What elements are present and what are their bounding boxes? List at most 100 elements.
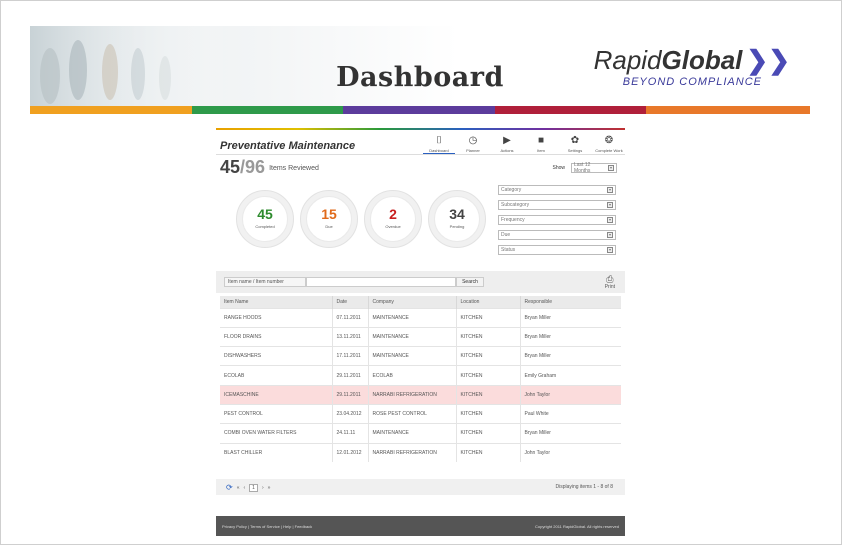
table-cell: MAINTENANCE <box>367 307 456 328</box>
stat-label: Overdue <box>385 224 401 229</box>
footer: Privacy Policy | Terms of Service | Help… <box>216 516 625 536</box>
table-cell: Bryan Miller <box>519 423 621 444</box>
table-cell: Bryan Miller <box>519 326 621 347</box>
copyright: Copyright 2011 RapidGlobal. All rights r… <box>535 524 619 529</box>
nav-item[interactable]: ■ Item <box>525 134 557 154</box>
column-header[interactable]: Date <box>331 296 368 308</box>
table-cell: Paul White <box>519 403 621 424</box>
table-row[interactable]: FLOOR DRAINS 13.11.2011 MAINTENANCE KITCHEN… <box>220 326 621 347</box>
table-cell: MAINTENANCE <box>367 423 456 444</box>
prev-page-button[interactable]: ‹ <box>243 485 245 491</box>
next-page-button[interactable]: › <box>262 485 264 491</box>
page-number[interactable]: 1 <box>249 483 258 492</box>
filter-frequency[interactable]: Frequency ▾ <box>498 215 616 225</box>
stripe-segment <box>30 106 192 114</box>
planner-icon: ◷ <box>468 135 478 146</box>
table-cell: Emily Graham <box>519 365 621 386</box>
nav-dashboard[interactable]: ⌷ Dashboard <box>423 134 455 154</box>
table-cell: NARRABI REFRIGERATION <box>367 442 456 463</box>
maintenance-panel: Preventative Maintenance ⌷ Dashboard ◷ Plan… <box>216 128 625 538</box>
search-input[interactable] <box>306 277 456 287</box>
nav-planner[interactable]: ◷ Planner <box>457 134 489 154</box>
stat-due[interactable]: 15 Due <box>300 190 358 248</box>
table-cell: 07.11.2011 <box>331 307 368 328</box>
table-cell: ECOLAB <box>220 365 332 386</box>
column-header[interactable]: Item Name <box>220 296 332 308</box>
stripe-segment <box>495 106 646 114</box>
panel-title: Preventative Maintenance <box>220 140 356 152</box>
table-cell: COMBI OVEN WATER FILTERS <box>220 423 332 444</box>
table-cell: Bryan Miller <box>519 307 621 328</box>
nav-label: Complete Work <box>595 148 623 153</box>
items-table: Item Name Date Company Location Responsible … <box>220 296 621 463</box>
table-row[interactable]: BLAST CHILLER 12.01.2012 NARRABI REFRIGERA… <box>220 442 621 463</box>
table-cell: KITCHEN <box>455 307 520 328</box>
table-cell: NARRABI REFRIGERATION <box>367 384 456 405</box>
refresh-icon[interactable]: ⟳ <box>226 483 233 492</box>
stat-label: Completed <box>255 224 275 229</box>
stat-completed[interactable]: 45 Completed <box>236 190 294 248</box>
search-button[interactable]: Search <box>456 277 484 287</box>
table-row[interactable]: PEST CONTROL 23.04.2012 ROSE PEST CONTROL K… <box>220 403 621 424</box>
stat-label: Due <box>325 224 333 229</box>
column-header[interactable]: Company <box>367 296 456 308</box>
table-cell: 13.11.2011 <box>331 326 368 347</box>
table-cell: KITCHEN <box>455 384 520 405</box>
filter-selects: Category ▾ Subcategory ▾ Frequency ▾ Due ▾ Statu… <box>498 185 616 260</box>
table-cell: John Taylor <box>519 384 621 405</box>
stat-value: 45 <box>257 206 273 222</box>
table-cell: KITCHEN <box>455 442 520 463</box>
table-row[interactable]: RANGE HOODS 07.11.2011 MAINTENANCE KITCHEN B… <box>220 307 621 328</box>
first-page-button[interactable]: « <box>237 485 240 491</box>
table-cell: John Taylor <box>519 442 621 463</box>
color-stripe <box>30 106 810 114</box>
table-row[interactable]: ECOLAB 29.11.2011 ECOLAB KITCHEN Emily Graha… <box>220 365 621 386</box>
column-header[interactable]: Responsible <box>519 296 621 308</box>
filter-category[interactable]: Category ▾ <box>498 185 616 195</box>
column-header[interactable]: Location <box>455 296 520 308</box>
items-reviewed: 45/96 Items Reviewed <box>220 157 319 178</box>
stat-value: 15 <box>321 206 337 222</box>
table-cell: KITCHEN <box>455 365 520 386</box>
filter-due[interactable]: Due ▾ <box>498 230 616 240</box>
chevron-logo-icon: ❯❯ <box>746 45 790 75</box>
settings-icon: ✿ <box>570 135 580 146</box>
stripe-segment <box>646 106 810 114</box>
filter-status[interactable]: Status ▾ <box>498 245 616 255</box>
show-filter: Show Last 12 Months ▾ <box>552 162 617 174</box>
filter-subcategory[interactable]: Subcategory ▾ <box>498 200 616 210</box>
table-row[interactable]: COMBI OVEN WATER FILTERS 24.11.11 MAINTENA… <box>220 423 621 444</box>
reviewed-count: 45 <box>220 157 241 177</box>
nav-actions[interactable]: ▶ Actions <box>491 134 523 154</box>
stat-overdue[interactable]: 2 Overdue <box>364 190 422 248</box>
show-period-select[interactable]: Last 12 Months ▾ <box>571 162 617 174</box>
header-banner: Dashboard RapidGlobal ❯❯ BEYOND COMPLIANC… <box>30 26 810 106</box>
print-button[interactable]: ⎙ Print <box>605 274 615 290</box>
table-cell: 17.11.2011 <box>331 346 368 366</box>
table-cell: 12.01.2012 <box>331 442 368 463</box>
stat-value: 2 <box>389 206 397 222</box>
stat-pending[interactable]: 34 Pending <box>428 190 486 248</box>
stripe-segment <box>343 106 495 114</box>
table-cell: FLOOR DRAINS <box>220 326 332 347</box>
chevron-down-icon: ▾ <box>608 165 614 171</box>
search-field-label: Item name / Item number <box>224 277 306 287</box>
dashboard-icon: ⌷ <box>436 135 442 146</box>
table-row[interactable]: ICEMASCHINE 29.11.2011 NARRABI REFRIGERATI… <box>220 384 621 405</box>
nav-label: Item <box>537 148 545 153</box>
table-cell: ICEMASCHINE <box>220 384 332 405</box>
table-cell: 24.11.11 <box>331 423 368 444</box>
table-cell: BLAST CHILLER <box>220 442 332 463</box>
stat-inner: 2 Overdue <box>370 196 416 242</box>
stat-inner: 45 Completed <box>242 196 288 242</box>
table-cell: DISHWASHERS <box>220 346 332 366</box>
footer-links[interactable]: Privacy Policy | Terms of Service | Help… <box>222 524 312 529</box>
nav-complete-work[interactable]: ❂ Complete Work <box>593 134 625 154</box>
reviewed-label: Items Reviewed <box>269 164 319 172</box>
last-page-button[interactable]: » <box>268 485 271 491</box>
nav-settings[interactable]: ✿ Settings <box>559 134 591 154</box>
rapidglobal-logo[interactable]: RapidGlobal ❯❯ BEYOND COMPLIANCE <box>594 46 790 88</box>
table-cell: KITCHEN <box>455 403 520 424</box>
nav-label: Settings <box>567 148 583 153</box>
table-row[interactable]: DISHWASHERS 17.11.2011 MAINTENANCE KITCHEN B… <box>220 346 621 366</box>
